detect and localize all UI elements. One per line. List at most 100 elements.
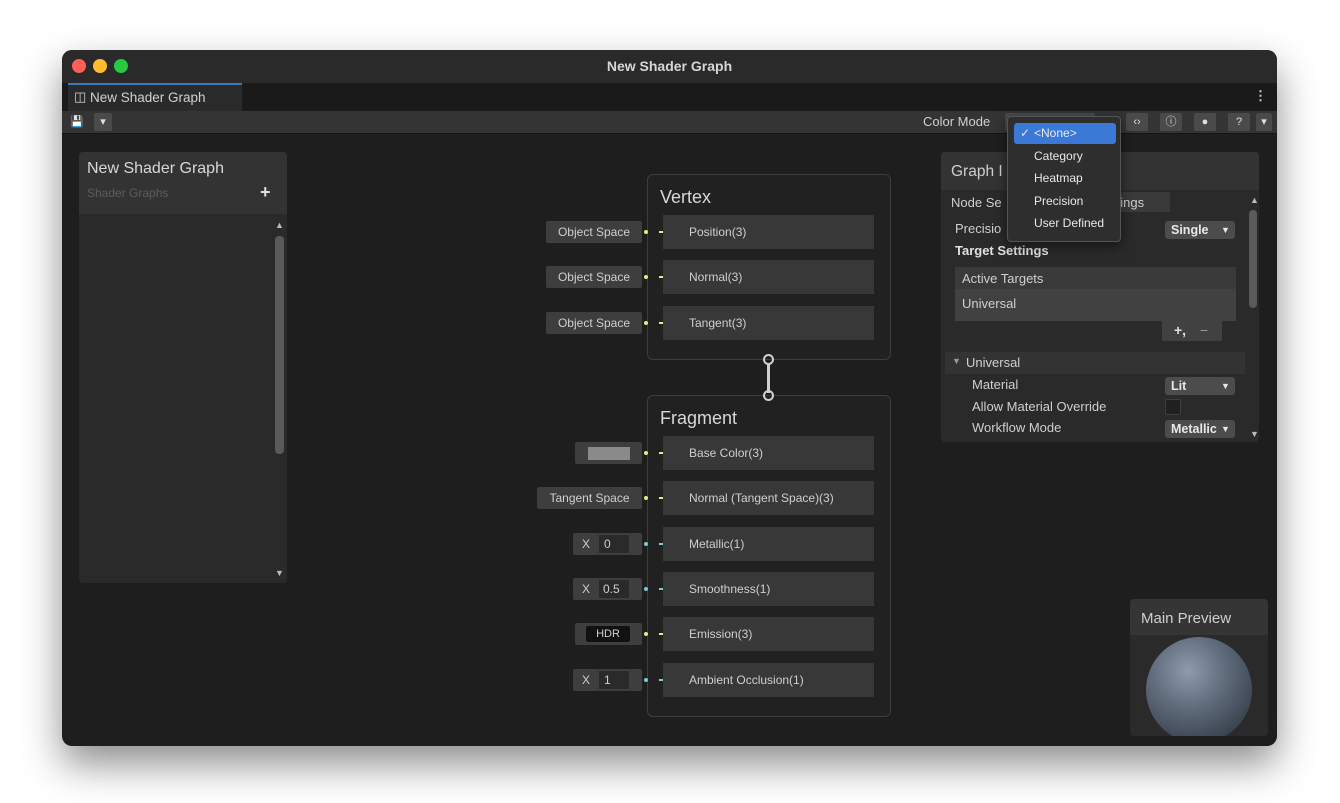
- inspector-scrollbar[interactable]: [1249, 210, 1257, 308]
- base-color-slot-label: Base Color(3): [663, 436, 874, 470]
- help-icon[interactable]: ?: [1228, 113, 1250, 131]
- ambient-occlusion-input[interactable]: X 1: [573, 669, 642, 691]
- metallic-x-label: X: [582, 537, 591, 551]
- metallic-connector-dot: [644, 542, 648, 546]
- emission-hdr-swatch[interactable]: HDR: [586, 626, 630, 642]
- normal-tangent-space-field[interactable]: Tangent Space: [537, 487, 642, 509]
- color-mode-option-heatmap[interactable]: Heatmap: [1014, 168, 1116, 189]
- metallic-value-field[interactable]: 0: [599, 535, 629, 553]
- shader-graph-icon: ◫: [74, 89, 87, 104]
- emission-slot-label: Emission(3): [663, 617, 874, 651]
- save-icon[interactable]: 💾: [68, 113, 86, 131]
- color-mode-option-user-defined[interactable]: User Defined: [1014, 213, 1116, 234]
- smoothness-connector-dot: [644, 587, 648, 591]
- workflow-mode-label: Workflow Mode: [972, 420, 1062, 435]
- tangent-space-field[interactable]: Object Space: [546, 312, 642, 334]
- color-mode-label: Color Mode: [923, 114, 991, 129]
- emission-field[interactable]: HDR: [575, 623, 642, 645]
- color-mode-option-precision[interactable]: Precision: [1014, 191, 1116, 212]
- remove-target-button[interactable]: −: [1200, 322, 1208, 338]
- tab-bar: ◫ New Shader Graph ⋮: [62, 83, 1277, 111]
- window-title: New Shader Graph: [606, 58, 733, 74]
- color-mode-option-category[interactable]: Category: [1014, 146, 1116, 167]
- color-mode-option-category-label: Category: [1034, 149, 1083, 163]
- inspector-scroll-up-icon[interactable]: ▲: [1250, 195, 1259, 205]
- chevron-down-icon: ▼: [1221, 225, 1230, 235]
- vertex-fragment-connector: [767, 363, 770, 393]
- normal-space-field[interactable]: Object Space: [546, 266, 642, 288]
- metallic-slot-label: Metallic(1): [663, 527, 874, 561]
- ambient-occlusion-connector-dot: [644, 678, 648, 682]
- main-preview-panel[interactable]: Main Preview: [1130, 599, 1268, 736]
- precision-label: Precisio: [955, 221, 1002, 236]
- normal-slot-label: Normal(3): [663, 260, 874, 294]
- blackboard-panel: New Shader Graph Shader Graphs + ▲ ▼: [79, 152, 287, 583]
- tangent-connector-dot: [644, 321, 648, 325]
- tab-node-settings-label: Node Se: [951, 195, 1002, 210]
- base-color-swatch[interactable]: [588, 447, 630, 460]
- universal-section-header[interactable]: ▼ Universal: [945, 352, 1245, 374]
- inspector-scroll-down-icon[interactable]: ▼: [1250, 429, 1259, 439]
- info-icon[interactable]: ⓘ: [1160, 113, 1182, 131]
- target-item-label: Universal: [962, 296, 1017, 311]
- tab-new-shader-graph[interactable]: ◫ New Shader Graph: [68, 83, 242, 111]
- position-slot-label: Position(3): [663, 215, 874, 249]
- ambient-occlusion-value-field[interactable]: 1: [599, 671, 629, 689]
- preview-toggle-icon[interactable]: ●: [1194, 113, 1216, 131]
- blackboard-add-button[interactable]: +: [260, 182, 271, 203]
- color-mode-option-user-defined-label: User Defined: [1034, 216, 1105, 230]
- precision-value: Single: [1171, 223, 1209, 237]
- fragment-input-port[interactable]: [763, 390, 774, 401]
- base-color-connector-dot: [644, 451, 648, 455]
- normal-tangent-slot-label: Normal (Tangent Space)(3): [663, 481, 874, 515]
- blackboard-subtitle: Shader Graphs: [87, 186, 169, 200]
- precision-select[interactable]: Single ▼: [1165, 221, 1235, 239]
- preview-sphere: [1146, 637, 1252, 736]
- shader-graph-window: New Shader Graph ◫ New Shader Graph ⋮ 💾 …: [62, 50, 1277, 746]
- normal-tangent-connector-dot: [644, 496, 648, 500]
- scroll-up-icon[interactable]: ▲: [275, 220, 284, 230]
- metallic-input[interactable]: X 0: [573, 533, 642, 555]
- universal-section-label: Universal: [966, 355, 1021, 370]
- active-targets-header: Active Targets: [955, 267, 1236, 289]
- chevron-down-icon: ▼: [1221, 381, 1230, 391]
- smoothness-input[interactable]: X 0.5: [573, 578, 642, 600]
- main-preview-title: Main Preview: [1141, 610, 1232, 627]
- material-select[interactable]: Lit ▼: [1165, 377, 1235, 395]
- normal-connector-dot: [644, 275, 648, 279]
- blackboard-title: New Shader Graph: [87, 160, 224, 177]
- allow-material-override-label: Allow Material Override: [972, 399, 1107, 414]
- ambient-occlusion-x-label: X: [582, 673, 591, 687]
- save-dropdown-button[interactable]: ▾: [94, 113, 112, 131]
- add-target-button[interactable]: +,: [1174, 322, 1186, 338]
- color-mode-option-heatmap-label: Heatmap: [1034, 171, 1083, 185]
- scroll-down-icon[interactable]: ▼: [275, 568, 284, 578]
- ambient-occlusion-slot-label: Ambient Occlusion(1): [663, 663, 874, 697]
- chevron-down-icon: ▼: [1221, 424, 1230, 434]
- tab-label: New Shader Graph: [90, 90, 206, 105]
- blackboard-toggle-icon[interactable]: ‹›: [1126, 113, 1148, 131]
- color-mode-dropdown-menu: ✓ <None> Category Heatmap Precision User…: [1007, 116, 1121, 242]
- smoothness-x-label: X: [582, 582, 591, 596]
- position-connector-dot: [644, 230, 648, 234]
- active-targets-label: Active Targets: [962, 271, 1044, 286]
- smoothness-value-field[interactable]: 0.5: [599, 580, 629, 598]
- workflow-mode-value: Metallic: [1171, 422, 1217, 436]
- tangent-slot-label: Tangent(3): [663, 306, 874, 340]
- fragment-title: Fragment: [660, 408, 738, 428]
- blackboard-scrollbar[interactable]: [275, 236, 284, 454]
- smoothness-slot-label: Smoothness(1): [663, 572, 874, 606]
- color-mode-option-none[interactable]: ✓ <None>: [1014, 123, 1116, 144]
- material-label: Material: [972, 377, 1019, 392]
- position-space-field[interactable]: Object Space: [546, 221, 642, 243]
- base-color-field[interactable]: [575, 442, 642, 464]
- more-options-icon[interactable]: ⋮: [1254, 88, 1267, 104]
- workflow-mode-select[interactable]: Metallic ▼: [1165, 420, 1235, 438]
- title-bar: New Shader Graph: [62, 50, 1277, 84]
- target-list-item[interactable]: Universal: [955, 289, 1236, 321]
- inspector-title: Graph I: [951, 163, 1003, 180]
- vertex-title: Vertex: [660, 187, 712, 207]
- color-mode-option-precision-label: Precision: [1034, 194, 1084, 208]
- help-dropdown-button[interactable]: ▾: [1256, 113, 1272, 131]
- allow-material-override-checkbox[interactable]: [1165, 399, 1181, 415]
